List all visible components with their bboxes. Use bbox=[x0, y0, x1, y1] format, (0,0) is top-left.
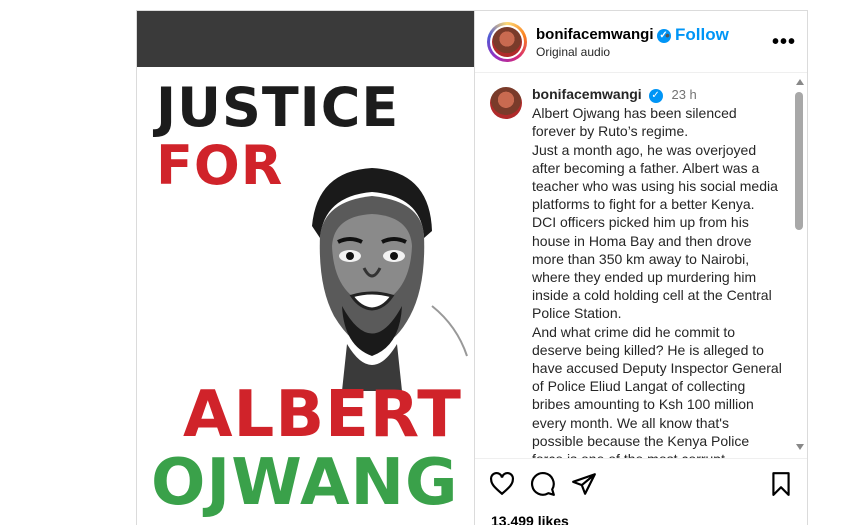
follow-button[interactable]: Follow bbox=[675, 25, 729, 45]
poster-albert-text: ALBERT bbox=[183, 378, 462, 452]
caption-time[interactable]: 23 h bbox=[671, 87, 696, 102]
instagram-post: JUSTICE FOR ALBERT OJWANG bonifacemwangi… bbox=[136, 10, 808, 525]
comments-area: bonifacemwangi ✓ 23 h Albert Ojwang has … bbox=[475, 73, 807, 458]
avatar bbox=[492, 27, 522, 57]
story-ring[interactable] bbox=[487, 22, 527, 62]
caption: bonifacemwangi ✓ 23 h Albert Ojwang has … bbox=[532, 85, 782, 458]
likes-count[interactable]: 13,499 likes bbox=[491, 513, 569, 525]
audio-link[interactable]: Original audio bbox=[536, 45, 610, 59]
comment-avatar[interactable] bbox=[490, 87, 522, 119]
scroll-up-arrow-icon[interactable] bbox=[796, 79, 804, 85]
caption-paragraph-3: And what crime did he commit to deserve … bbox=[532, 323, 782, 458]
save-icon[interactable] bbox=[768, 471, 794, 497]
verified-badge-icon: ✓ bbox=[648, 89, 663, 103]
comment-icon[interactable] bbox=[530, 471, 556, 497]
heart-icon[interactable] bbox=[489, 471, 515, 497]
post-side-panel: bonifacemwangi ✓ • Follow Original audio … bbox=[474, 11, 807, 525]
action-bar: 13,499 likes bbox=[475, 458, 807, 525]
comments-scrollbar[interactable] bbox=[793, 79, 805, 451]
caption-username[interactable]: bonifacemwangi bbox=[532, 86, 642, 102]
scroll-down-arrow-icon[interactable] bbox=[796, 444, 804, 450]
header-username[interactable]: bonifacemwangi ✓ bbox=[536, 26, 671, 43]
username-text[interactable]: bonifacemwangi bbox=[536, 26, 654, 43]
poster-for-text: FOR bbox=[156, 134, 284, 197]
post-media[interactable]: JUSTICE FOR ALBERT OJWANG bbox=[137, 11, 474, 525]
share-icon[interactable] bbox=[571, 471, 597, 497]
caption-paragraph-1: Albert Ojwang has been silenced forever … bbox=[532, 105, 737, 140]
scrollbar-thumb[interactable] bbox=[795, 92, 803, 230]
caption-paragraph-2: Just a month ago, he was overjoyed after… bbox=[532, 141, 778, 322]
more-options-icon[interactable]: ••• bbox=[772, 31, 796, 54]
separator-dot: • bbox=[665, 27, 670, 43]
post-header: bonifacemwangi ✓ • Follow Original audio … bbox=[475, 11, 807, 73]
poster-ojwang-text: OJWANG bbox=[151, 446, 459, 520]
media-top-bar bbox=[137, 11, 474, 67]
portrait-illustration bbox=[312, 168, 468, 391]
poster-justice-text: JUSTICE bbox=[156, 76, 400, 139]
